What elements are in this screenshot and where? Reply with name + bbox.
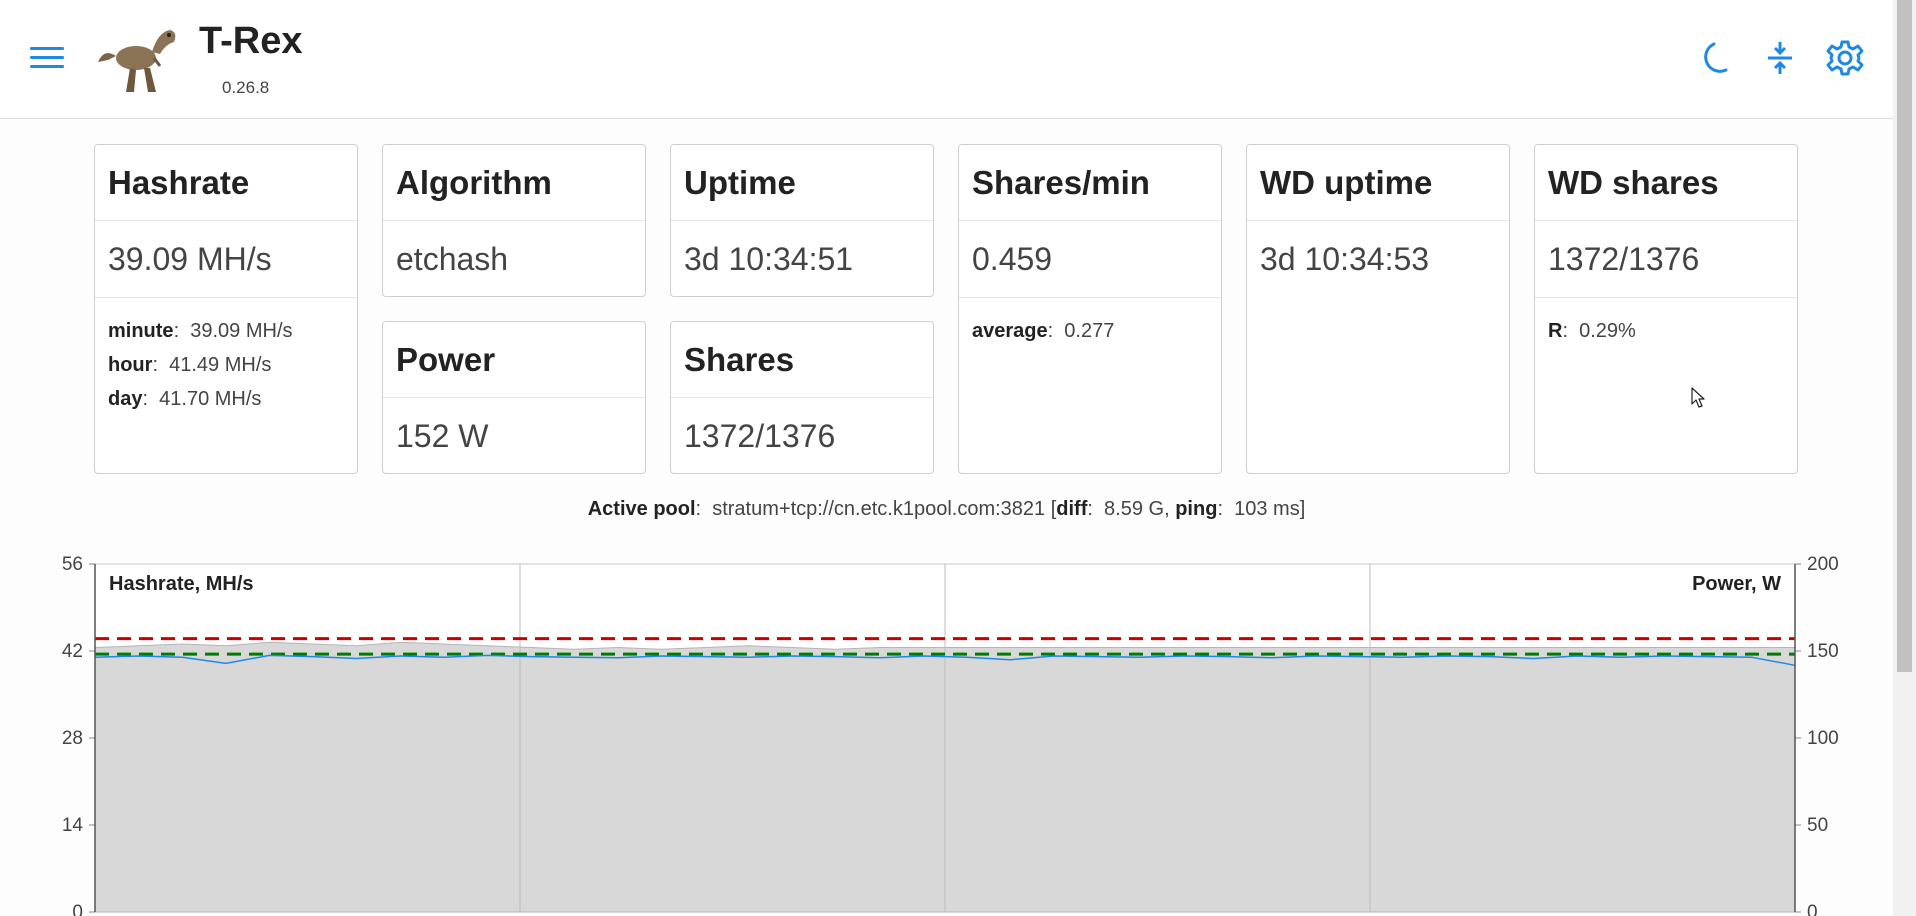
detail-label: R [1548, 320, 1563, 342]
y-left-tick-label: 42 [62, 641, 83, 662]
algorithm-card: Algorithm etchash [382, 144, 646, 297]
card-title: Hashrate [95, 145, 357, 221]
hashrate-card: Hashrate 39.09 MH/s minute: 39.09 MH/s h… [94, 144, 358, 474]
moon-icon[interactable] [1696, 38, 1736, 78]
card-value: etchash [396, 241, 509, 277]
card-title: WD uptime [1247, 145, 1509, 221]
y-left-tick-label: 14 [62, 815, 84, 836]
detail-label: average [972, 320, 1048, 342]
detail-label: hour [108, 354, 153, 376]
app-title: T-Rex [199, 20, 303, 62]
card-title: WD shares [1535, 145, 1797, 221]
chart-right-axis-label: Power, W [1692, 573, 1781, 595]
dinosaur-logo [98, 30, 176, 92]
card-details: R: 0.29% [1548, 320, 1636, 342]
card-title: Power [383, 322, 645, 398]
card-title: Algorithm [383, 145, 645, 221]
menu-icon[interactable] [30, 44, 64, 72]
pool-label: Active pool [587, 498, 696, 520]
detail-value: 0.29% [1579, 320, 1636, 342]
scrollbar[interactable] [1893, 0, 1916, 916]
app-version: 0.26.8 [222, 78, 270, 97]
active-pool-line: Active pool: stratum+tcp://cn.etc.k1pool… [587, 498, 1306, 520]
y-right-tick-label: 150 [1807, 641, 1839, 662]
detail-value: 39.09 MH/s [190, 320, 293, 342]
detail-label: day [108, 388, 143, 410]
y-right-tick-label: 50 [1807, 815, 1828, 836]
card-value: 0.459 [959, 221, 1221, 298]
card-value: 39.09 MH/s [95, 221, 357, 298]
pool-url: stratum+tcp://cn.etc.k1pool.com:3821 [712, 498, 1046, 520]
card-value: 3d 10:34:51 [684, 241, 854, 277]
pool-ping-value: 103 ms [1234, 498, 1300, 520]
mouse-cursor-icon [1691, 387, 1705, 408]
y-left-tick-label: 28 [62, 728, 83, 749]
wd-uptime-card: WD uptime 3d 10:34:53 [1246, 144, 1510, 474]
compress-icon[interactable] [1760, 38, 1800, 78]
power-card: Power 152 W [382, 321, 646, 474]
scrollbar-thumb[interactable] [1897, 0, 1912, 672]
card-value: 3d 10:34:53 [1260, 241, 1430, 277]
hashrate-power-chart: 56 42 28 14 0 200 150 100 50 0 Hashrate, MH/s Power… [62, 556, 1839, 916]
detail-label: minute [108, 320, 174, 342]
card-value: 152 W [396, 418, 489, 454]
detail-value: 0.277 [1064, 320, 1115, 342]
y-right-tick-label: 100 [1807, 728, 1839, 749]
uptime-card: Uptime 3d 10:34:51 [670, 144, 934, 297]
gear-icon[interactable] [1825, 38, 1865, 78]
card-value: 1372/1376 [1535, 221, 1797, 298]
y-right-tick-label: 200 [1807, 556, 1839, 575]
card-value: 1372/1376 [684, 418, 836, 454]
y-right-tick-label: 0 [1807, 902, 1818, 916]
pool-ping-label: ping [1175, 498, 1218, 520]
shares-card: Shares 1372/1376 [670, 321, 934, 474]
top-bar: T-Rex 0.26.8 [0, 0, 1893, 119]
chart-left-axis-label: Hashrate, MH/s [109, 573, 254, 595]
shares-min-card: Shares/min 0.459 average: 0.277 [958, 144, 1222, 474]
detail-value: 41.49 MH/s [169, 354, 272, 376]
card-details: minute: 39.09 MH/s hour: 41.49 MH/s day:… [108, 320, 293, 410]
card-title: Shares [671, 322, 933, 398]
card-details: average: 0.277 [972, 320, 1115, 342]
wd-shares-card: WD shares 1372/1376 R: 0.29% [1534, 144, 1798, 474]
y-left-tick-label: 56 [62, 556, 83, 575]
pool-diff-value: 8.59 G [1104, 498, 1165, 520]
pool-diff-label: diff [1056, 498, 1088, 520]
card-title: Shares/min [959, 145, 1221, 221]
detail-value: 41.70 MH/s [159, 388, 262, 410]
card-title: Uptime [671, 145, 933, 221]
y-left-tick-label: 0 [72, 902, 83, 916]
